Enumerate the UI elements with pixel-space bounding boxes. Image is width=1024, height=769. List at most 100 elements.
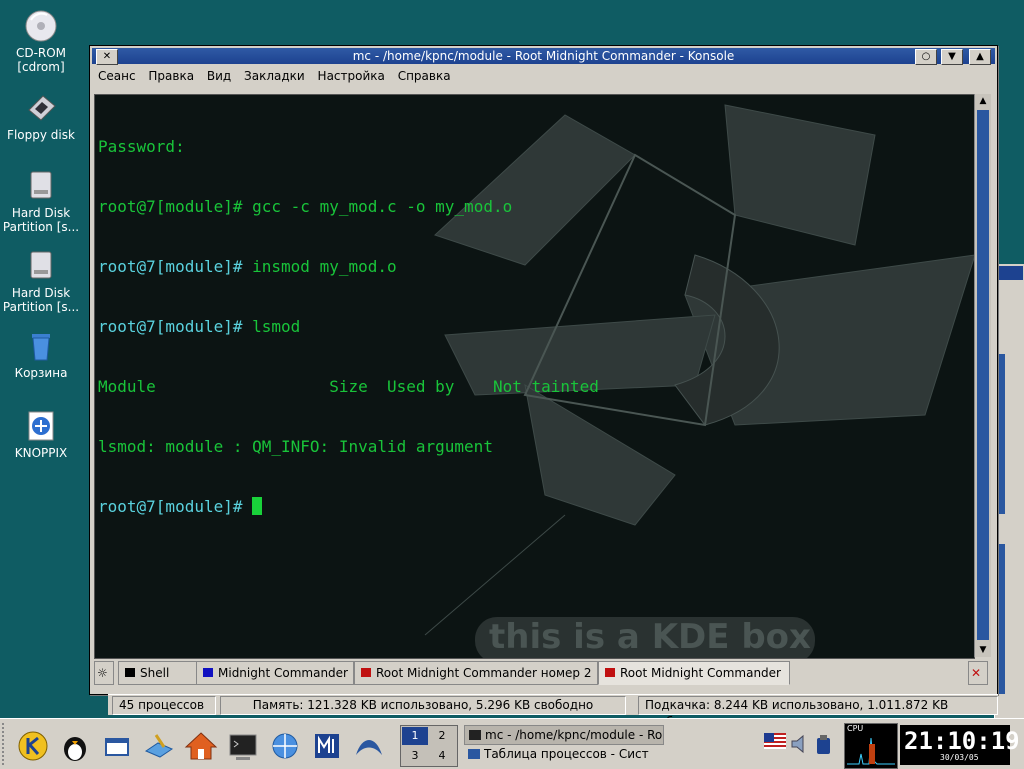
terminal-text: Password: xyxy=(98,137,185,156)
browser-icon[interactable] xyxy=(268,729,302,763)
mozilla-icon[interactable] xyxy=(310,729,344,763)
tab-label: Root Midnight Commander xyxy=(620,666,781,680)
terminal-text: lsmod: module : QM_INFO: Invalid argumen… xyxy=(98,437,493,456)
scroll-up-icon[interactable]: ▲ xyxy=(975,94,991,108)
panel-handle[interactable] xyxy=(2,723,10,765)
taskbar-task-konsole[interactable]: mc - /home/kpnc/module - Ro xyxy=(464,725,664,745)
desktop-icon-label: Корзина xyxy=(14,366,68,380)
kde-watermark: this is a KDE box xyxy=(489,617,811,657)
window-title: mc - /home/kpnc/module - Root Midnight C… xyxy=(352,49,735,63)
session-tabs: ☼ Shell Midnight Commander Root Midnight… xyxy=(92,659,995,685)
desktop-icon-cdrom[interactable]: CD-ROM [cdrom] xyxy=(2,8,80,74)
process-table-icon xyxy=(468,749,480,759)
swap-usage: Подкачка: 8.244 KB использовано, 1.011.8… xyxy=(638,696,998,729)
terminal-line: root@7[module]# insmod my_mod.o xyxy=(98,257,599,277)
desktop-icon-label: Hard Disk Partition [s... xyxy=(2,206,80,234)
tab-root-mc-2[interactable]: Root Midnight Commander номер 2 xyxy=(354,661,598,685)
clock[interactable]: 21:10:19 30/03/05 xyxy=(900,725,1020,765)
scroll-down-icon[interactable]: ▼ xyxy=(975,643,991,657)
task-label: mc - /home/kpnc/module - Ro xyxy=(485,728,663,742)
terminal-line: root@7[module]# lsmod xyxy=(98,317,599,337)
tab-label: Root Midnight Commander номер 2 xyxy=(376,666,592,680)
desktop-icon-floppy[interactable]: Floppy disk xyxy=(2,90,80,142)
background-window[interactable] xyxy=(994,264,1024,734)
pager-desktop-1[interactable]: 1 xyxy=(402,727,428,745)
process-count: 45 процессов xyxy=(112,696,216,715)
terminal-text: Module Size Used by Not tainted xyxy=(98,377,599,396)
new-session-icon[interactable]: ☼ xyxy=(94,661,114,685)
terminal-line: root@7[module]# xyxy=(98,497,599,517)
menu-edit[interactable]: Правка xyxy=(148,69,194,83)
close-session-icon[interactable]: ✕ xyxy=(968,661,988,685)
kde-menu-icon[interactable] xyxy=(16,729,50,763)
title-bar[interactable]: ✕ mc - /home/kpnc/module - Root Midnight… xyxy=(92,48,995,65)
terminal-icon xyxy=(469,730,481,740)
pager-desktop-3[interactable]: 3 xyxy=(402,747,428,765)
clock-time: 21:10:19 xyxy=(904,727,1020,755)
desktop-icon-label: CD-ROM [cdrom] xyxy=(15,46,67,74)
terminal-prompt: root@7[module]# xyxy=(98,317,243,336)
scrollbar-thumb[interactable] xyxy=(977,110,989,640)
taskbar: 1 2 3 4 mc - /home/kpnc/module - Ro Табл… xyxy=(0,718,1024,769)
terminal-prompt: root@7[module]# xyxy=(98,497,243,516)
window-list-icon[interactable] xyxy=(100,729,134,763)
terminal-icon[interactable] xyxy=(226,729,260,763)
pager-desktop-2[interactable]: 2 xyxy=(429,727,455,745)
cdrom-icon xyxy=(23,8,59,44)
terminal-text: lsmod xyxy=(242,317,301,336)
tab-label: Shell xyxy=(140,666,170,680)
menu-help[interactable]: Справка xyxy=(398,69,451,83)
menu-settings[interactable]: Настройка xyxy=(318,69,385,83)
menu-view[interactable]: Вид xyxy=(207,69,231,83)
volume-icon[interactable] xyxy=(790,733,810,755)
klipper-icon[interactable] xyxy=(814,733,834,755)
maximize-icon[interactable]: ▲ xyxy=(969,49,991,65)
tab-midnight-commander[interactable]: Midnight Commander xyxy=(196,661,354,685)
terminal-line: lsmod: module : QM_INFO: Invalid argumen… xyxy=(98,437,599,457)
mc-root-icon xyxy=(605,668,615,677)
terminal-prompt: root@7[module]# xyxy=(98,197,243,216)
terminal-output: Password: root@7[module]# gcc -c my_mod.… xyxy=(98,97,599,557)
menu-session[interactable]: Сеанс xyxy=(98,69,136,83)
memory-usage: Память: 121.328 KB использовано, 5.296 K… xyxy=(220,696,626,715)
menu-bookmarks[interactable]: Закладки xyxy=(244,69,305,83)
cpu-monitor[interactable]: CPU xyxy=(844,723,898,769)
knoppix-icon xyxy=(23,408,59,444)
mc-icon xyxy=(203,668,213,677)
terminal-prompt: root@7[module]# xyxy=(98,257,243,276)
harddisk-icon xyxy=(23,168,59,204)
keyboard-layout-flag-icon[interactable] xyxy=(764,733,786,753)
terminal-icon xyxy=(125,668,135,677)
minimize-icon[interactable]: ▼ xyxy=(941,49,963,65)
desktop-icon-trash[interactable]: Корзина xyxy=(2,328,80,380)
mc-root-icon xyxy=(361,668,371,677)
menu-bar: Сеанс Правка Вид Закладки Настройка Спра… xyxy=(92,66,995,86)
trash-icon xyxy=(23,328,59,364)
tab-root-mc[interactable]: Root Midnight Commander xyxy=(598,661,790,685)
taskbar-task-process-table[interactable]: Таблица процессов - Сист xyxy=(464,745,662,763)
terminal-cursor xyxy=(252,497,263,515)
tab-shell[interactable]: Shell xyxy=(118,661,202,685)
terminal-area[interactable]: this is a KDE box Password: root@7[modul… xyxy=(94,94,975,659)
desktop-icon[interactable] xyxy=(142,729,176,763)
terminal-line: Module Size Used by Not tainted xyxy=(98,377,599,397)
status-bar: 45 процессов Память: 121.328 KB использо… xyxy=(108,694,998,729)
home-icon[interactable] xyxy=(184,729,218,763)
pager-desktop-4[interactable]: 4 xyxy=(429,747,455,765)
clock-date: 30/03/05 xyxy=(940,753,979,762)
desktop-pager: 1 2 3 4 xyxy=(400,725,458,767)
close-icon[interactable]: ✕ xyxy=(96,49,118,65)
terminal-text: gcc -c my_mod.c -o my_mod.o xyxy=(242,197,513,216)
sticky-icon[interactable]: ○ xyxy=(915,49,937,65)
desktop-icon-harddisk-1[interactable]: Hard Disk Partition [s... xyxy=(2,168,80,234)
desktop-icon-knoppix[interactable]: KNOPPIX xyxy=(2,408,80,460)
tux-icon[interactable] xyxy=(58,729,92,763)
openoffice-icon[interactable] xyxy=(352,729,386,763)
terminal-scrollbar[interactable]: ▲ ▼ xyxy=(974,94,991,657)
desktop-icon-label: KNOPPIX xyxy=(14,446,68,460)
desktop-icon-harddisk-2[interactable]: Hard Disk Partition [s... xyxy=(2,248,80,314)
tab-label: Midnight Commander xyxy=(218,666,348,680)
floppy-icon xyxy=(23,90,59,126)
desktop-icon-label: Hard Disk Partition [s... xyxy=(2,286,80,314)
